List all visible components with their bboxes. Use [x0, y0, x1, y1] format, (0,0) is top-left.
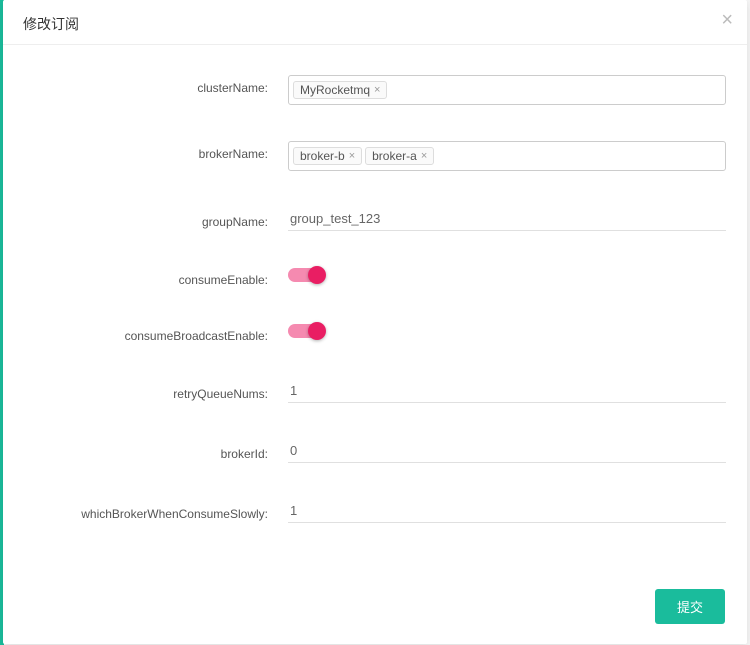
submit-button[interactable]: 提交 [655, 589, 725, 624]
modal-title: 修改订阅 [3, 0, 747, 45]
edit-subscription-modal: × 修改订阅 clusterName: MyRocketmq × brokerNa… [3, 0, 747, 644]
tag-remove-icon[interactable]: × [349, 151, 355, 162]
label-clusterName: clusterName: [23, 75, 288, 95]
label-consumeEnable: consumeEnable: [23, 267, 288, 287]
input-groupName[interactable] [288, 207, 726, 231]
label-groupName: groupName: [23, 209, 288, 229]
toggle-consumeEnable[interactable] [288, 268, 324, 282]
label-brokerName: brokerName: [23, 141, 288, 161]
tag-label: MyRocketmq [300, 83, 370, 97]
tag-remove-icon[interactable]: × [374, 85, 380, 96]
cluster-tag: MyRocketmq × [293, 81, 387, 99]
input-clusterName[interactable]: MyRocketmq × [288, 75, 726, 105]
broker-tag: broker-b × [293, 147, 362, 165]
label-retryQueueNums: retryQueueNums: [23, 381, 288, 401]
tag-label: broker-a [372, 149, 417, 163]
form-body: clusterName: MyRocketmq × brokerName: bro… [3, 45, 747, 579]
label-whichBrokerWhenConsumeSlowly: whichBrokerWhenConsumeSlowly: [23, 501, 288, 521]
input-whichBrokerWhenConsumeSlowly[interactable] [288, 499, 726, 523]
close-icon[interactable]: × [717, 6, 737, 34]
input-brokerName[interactable]: broker-b × broker-a × [288, 141, 726, 171]
tag-label: broker-b [300, 149, 345, 163]
broker-tag: broker-a × [365, 147, 434, 165]
label-consumeBroadcastEnable: consumeBroadcastEnable: [23, 323, 288, 343]
input-retryQueueNums[interactable] [288, 379, 726, 403]
toggle-consumeBroadcastEnable[interactable] [288, 324, 324, 338]
tag-remove-icon[interactable]: × [421, 151, 427, 162]
label-brokerId: brokerId: [23, 441, 288, 461]
input-brokerId[interactable] [288, 439, 726, 463]
modal-footer: 提交 [3, 579, 747, 644]
